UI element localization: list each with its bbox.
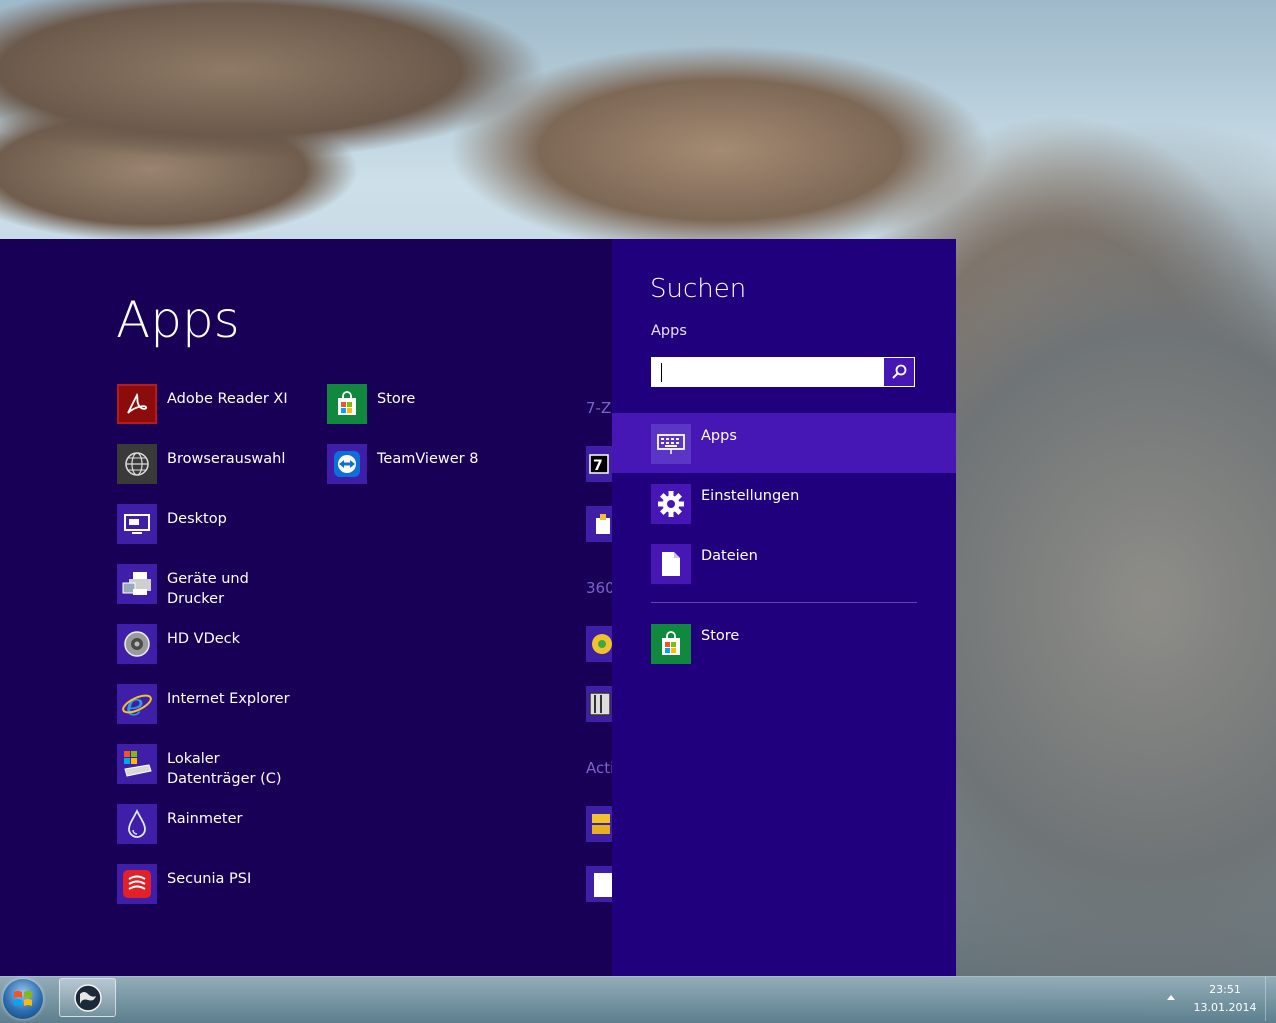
app-label: Desktop [167,511,227,527]
app-label: HD VDeck [167,631,241,647]
taskbar: 23:51 13.01.2014 [0,976,1276,1021]
360-tool-icon[interactable] [586,686,612,722]
chevron-up-icon [1167,995,1175,1000]
result-label: Store [701,628,740,644]
search-input[interactable] [652,358,884,386]
folder-icon[interactable] [586,806,612,842]
secunia-icon [117,864,157,904]
app-label: Browserauswahl [167,451,286,467]
system-clock[interactable]: 23:51 13.01.2014 [1190,981,1260,1017]
search-title: Suchen [650,274,747,304]
windows-logo-icon [14,991,32,1006]
seven-zip-icon[interactable]: 7 [586,446,612,482]
app-hd-vdeck[interactable]: HD VDeck [117,624,307,664]
globe-app-icon [73,983,102,1012]
desktop-icon [117,504,157,544]
result-label: Dateien [701,548,758,564]
search-scope-einstellungen[interactable]: Einstellungen [612,473,956,533]
360-security-icon[interactable] [586,626,612,662]
svg-text:e: e [126,688,144,720]
group-header-acti[interactable]: Acti [586,759,612,777]
printer-icon [117,564,157,604]
teamviewer-icon [327,444,367,484]
search-scope-label: Apps [651,323,687,339]
app-label: Internet Explorer [167,691,290,707]
start-button[interactable] [3,979,43,1019]
search-charm: Suchen Apps Apps Einstellungen Dateien S… [612,239,956,976]
svg-text:7: 7 [593,458,603,474]
archive-icon[interactable] [586,506,612,542]
gear-icon [651,484,691,524]
speaker-icon [117,624,157,664]
apps-view: Apps Adobe Reader XI Browserauswahl Desk… [0,239,612,976]
show-hidden-icons-button[interactable] [1165,991,1177,1003]
app-label: Adobe Reader XI [167,391,288,407]
app-label: Lokaler Datenträger (C) [167,751,282,787]
search-box [651,357,915,387]
taskbar-app-globe[interactable] [59,978,116,1017]
search-scope-dateien[interactable]: Dateien [612,533,956,593]
group-header-7zip[interactable]: 7-Zi [586,399,612,417]
drive-icon [117,744,157,784]
blank-app-icon[interactable] [586,866,612,902]
search-button[interactable] [884,358,914,386]
app-secunia-psi[interactable]: Secunia PSI [117,864,307,904]
internet-explorer-icon: e [117,684,157,724]
globe-icon [117,444,157,484]
document-icon [651,544,691,584]
app-store[interactable]: Store [327,384,517,424]
group-header-360[interactable]: 360 [586,579,612,597]
clock-date: 13.01.2014 [1193,1001,1257,1014]
app-desktop[interactable]: Desktop [117,504,307,544]
adobe-reader-icon [117,384,157,424]
store-icon [327,384,367,424]
app-label: Store [377,391,416,407]
text-cursor [661,363,662,382]
app-lokaler-datentraeger[interactable]: Lokaler Datenträger (C) [117,744,307,789]
app-teamviewer[interactable]: TeamViewer 8 [327,444,517,484]
app-browserauswahl[interactable]: Browserauswahl [117,444,307,484]
store-icon [651,624,691,664]
app-label: Geräte und Drucker [167,571,249,607]
app-label: Rainmeter [167,811,243,827]
result-label: Apps [701,428,737,444]
droplet-icon [117,804,157,844]
search-app-store[interactable]: Store [612,613,956,673]
results-divider [651,602,917,603]
app-geraete-und-drucker[interactable]: Geräte und Drucker [117,564,307,609]
show-desktop-button[interactable] [1265,977,1276,1021]
app-internet-explorer[interactable]: e Internet Explorer [117,684,307,724]
apps-title: Apps [116,291,240,349]
search-icon [892,364,907,379]
app-adobe-reader[interactable]: Adobe Reader XI [117,384,307,424]
result-label: Einstellungen [701,488,800,504]
clock-time: 23:51 [1209,983,1241,996]
keyboard-icon [651,424,691,464]
app-rainmeter[interactable]: Rainmeter [117,804,307,844]
search-scope-apps[interactable]: Apps [612,413,956,473]
app-label: Secunia PSI [167,871,252,887]
app-label: TeamViewer 8 [377,451,479,467]
